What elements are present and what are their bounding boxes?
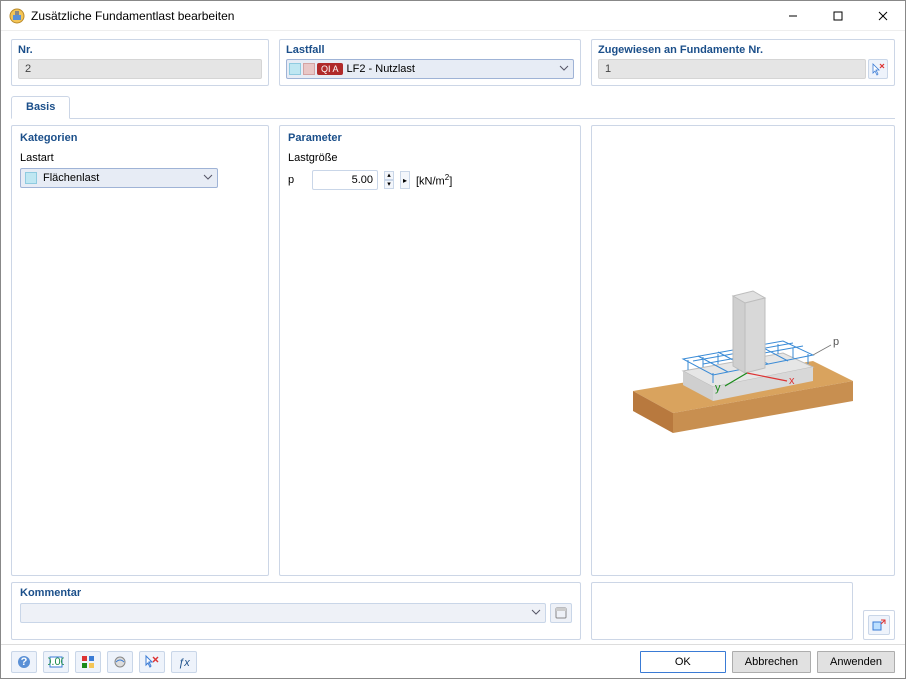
spinner-down-icon[interactable]: ▾ xyxy=(384,180,394,189)
minimize-button[interactable] xyxy=(770,1,815,30)
p-symbol: p xyxy=(288,174,306,186)
help-button[interactable]: ? xyxy=(11,651,37,673)
parameters-panel: Parameter Lastgröße p ▴ ▾ ▸ [kN/m2] xyxy=(279,125,581,576)
dialog-footer: ? 0.00 ƒx OK Abbrechen Anwenden xyxy=(1,644,905,678)
preview-panel: x y p xyxy=(591,125,895,576)
color-scheme-button[interactable] xyxy=(75,651,101,673)
units-button[interactable]: 0.00 xyxy=(43,651,69,673)
tabstrip: Basis xyxy=(11,96,895,119)
loadcase-swatch-2 xyxy=(303,63,315,75)
titlebar: Zusätzliche Fundamentlast bearbeiten xyxy=(1,1,905,31)
svg-text:x: x xyxy=(789,375,795,387)
number-field-block: Nr. 2 xyxy=(11,39,269,86)
assigned-field-block: Zugewiesen an Fundamente Nr. 1 xyxy=(591,39,895,86)
window-title: Zusätzliche Fundamentlast bearbeiten xyxy=(31,9,770,23)
p-value-input[interactable] xyxy=(312,170,378,190)
comment-title: Kommentar xyxy=(20,587,572,599)
comment-combo[interactable] xyxy=(20,603,546,623)
lastart-swatch xyxy=(25,172,37,184)
function-button[interactable]: ƒx xyxy=(171,651,197,673)
dialog-window: Zusätzliche Fundamentlast bearbeiten Nr.… xyxy=(0,0,906,679)
spinner-up-icon[interactable]: ▴ xyxy=(384,171,394,180)
loadcase-value: LF2 - Nutzlast xyxy=(347,63,415,75)
lastart-label: Lastart xyxy=(20,152,260,164)
loadcase-swatch-1 xyxy=(289,63,301,75)
lastart-combo[interactable]: Flächenlast xyxy=(20,168,218,188)
maximize-button[interactable] xyxy=(815,1,860,30)
apply-button[interactable]: Anwenden xyxy=(817,651,895,673)
svg-text:p: p xyxy=(833,336,839,348)
pick-in-view-button[interactable] xyxy=(868,59,888,79)
chevron-down-icon xyxy=(203,172,213,182)
foundation-preview-image: x y p xyxy=(613,241,873,461)
preview-toolbar xyxy=(863,610,895,640)
blank-panel xyxy=(591,582,853,640)
cancel-button[interactable]: Abbrechen xyxy=(732,651,811,673)
assigned-label: Zugewiesen an Fundamente Nr. xyxy=(598,44,888,56)
p-spinner[interactable]: ▴ ▾ xyxy=(384,171,394,189)
loadcase-field-block: Lastfall QI A LF2 - Nutzlast xyxy=(279,39,581,86)
svg-text:0.00: 0.00 xyxy=(48,656,64,668)
p-step-button[interactable]: ▸ xyxy=(400,171,410,189)
ok-button[interactable]: OK xyxy=(640,651,726,673)
clear-selection-button[interactable] xyxy=(139,651,165,673)
number-label: Nr. xyxy=(18,44,262,56)
render-button[interactable] xyxy=(107,651,133,673)
svg-text:y: y xyxy=(715,382,721,394)
number-input: 2 xyxy=(18,59,262,79)
preview-settings-button[interactable] xyxy=(868,615,890,635)
loadcase-label: Lastfall xyxy=(286,44,574,56)
tab-basis[interactable]: Basis xyxy=(11,96,70,119)
app-icon xyxy=(9,8,25,24)
close-button[interactable] xyxy=(860,1,905,30)
p-unit: [kN/m2] xyxy=(416,173,452,188)
categories-panel: Kategorien Lastart Flächenlast xyxy=(11,125,269,576)
loadcase-tag: QI A xyxy=(317,63,343,75)
comment-library-button[interactable] xyxy=(550,603,572,623)
chevron-down-icon xyxy=(531,607,541,617)
svg-text:?: ? xyxy=(21,656,28,668)
categories-title: Kategorien xyxy=(20,132,260,144)
chevron-down-icon xyxy=(559,63,569,73)
loadcase-combo[interactable]: QI A LF2 - Nutzlast xyxy=(286,59,574,79)
assigned-input: 1 xyxy=(598,59,866,79)
lastgroesse-label: Lastgröße xyxy=(288,152,572,164)
comment-panel: Kommentar xyxy=(11,582,581,640)
parameters-title: Parameter xyxy=(288,132,572,144)
lastart-value: Flächenlast xyxy=(43,172,99,184)
svg-text:ƒx: ƒx xyxy=(178,657,190,669)
